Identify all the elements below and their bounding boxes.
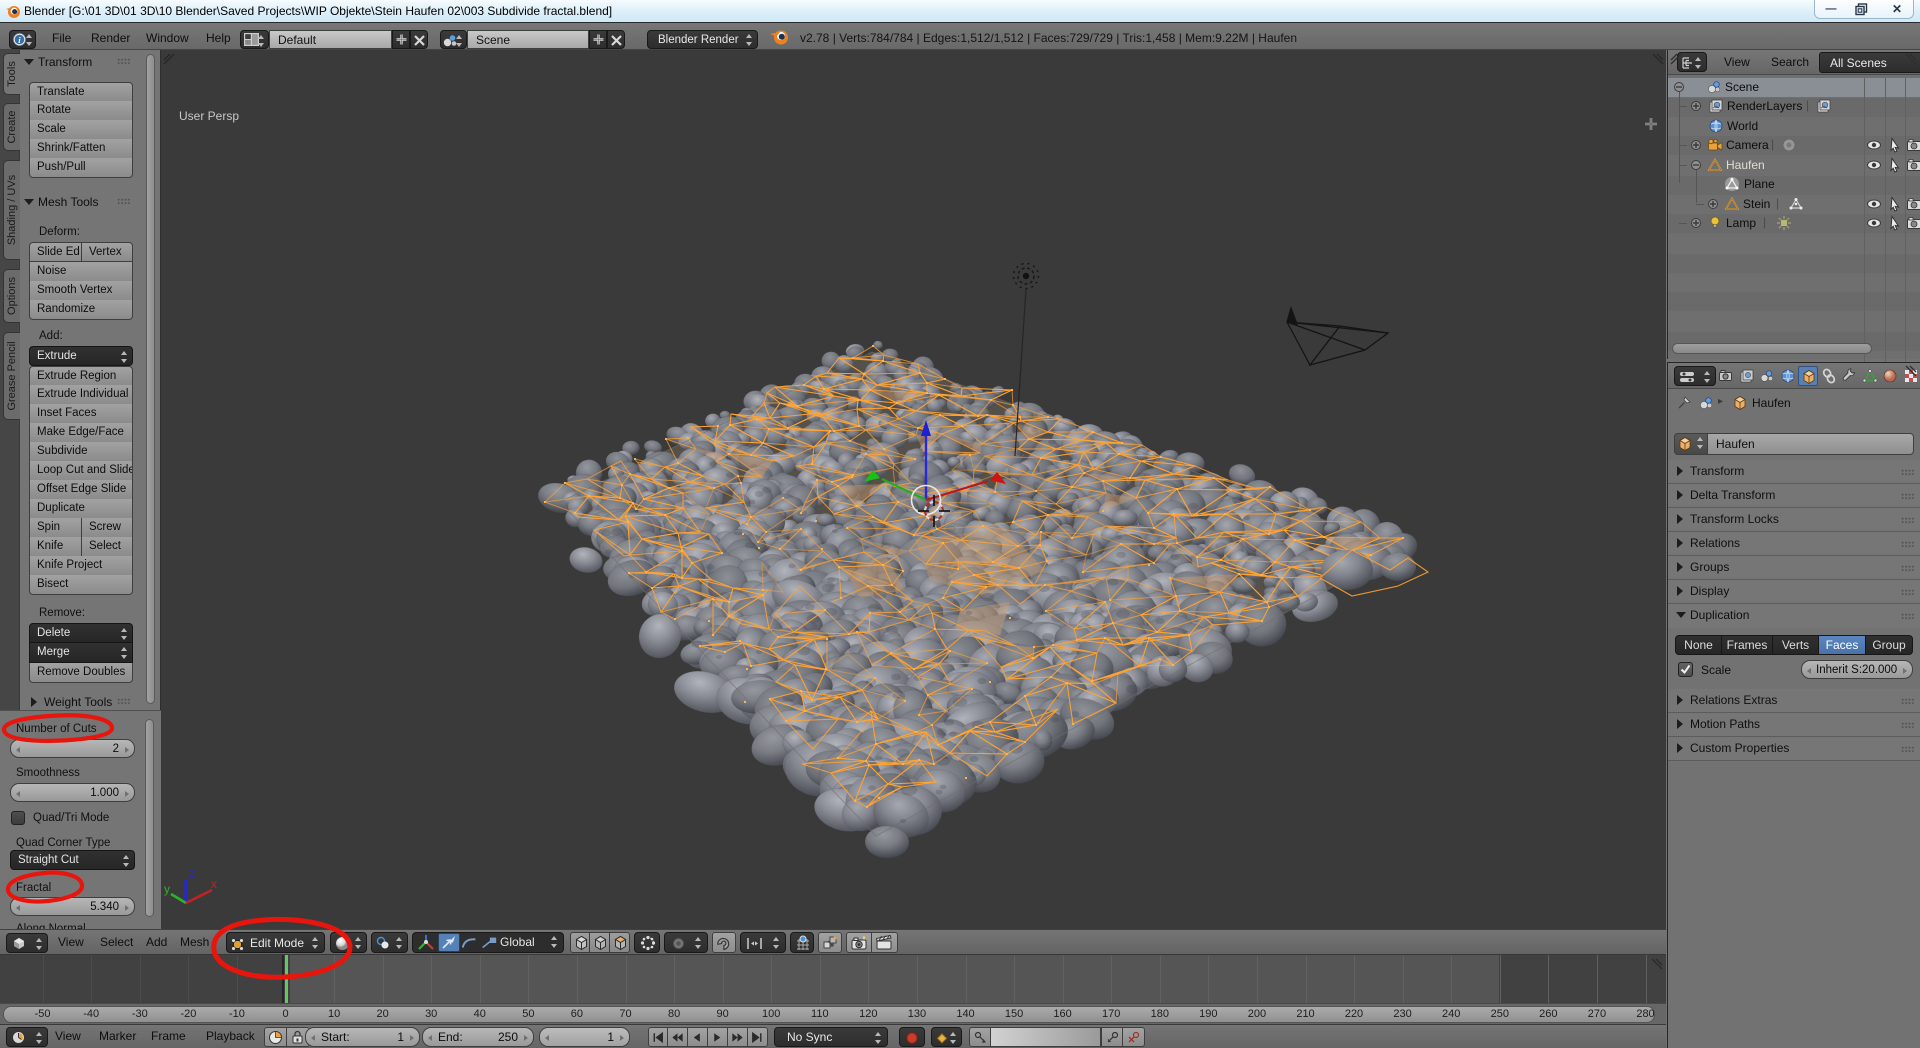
svg-text:z: z [189,866,195,880]
svg-text:x: x [211,877,217,891]
svg-text:y: y [164,882,170,896]
